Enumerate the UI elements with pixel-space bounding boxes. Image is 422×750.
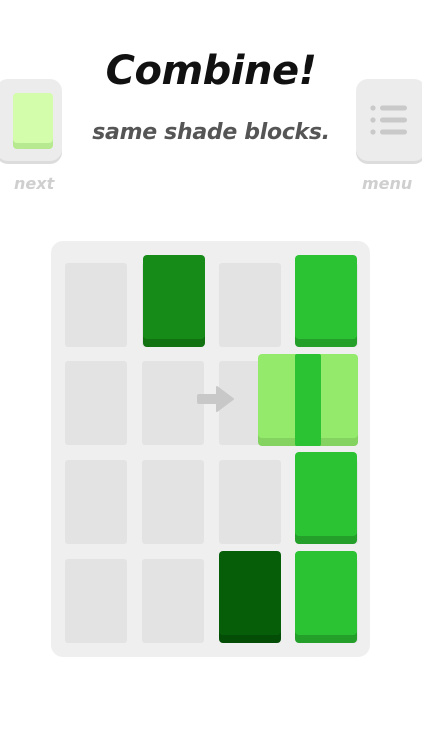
arrow-right-icon	[197, 386, 234, 412]
board-cell[interactable]	[65, 361, 127, 445]
board-cell[interactable]	[219, 263, 281, 347]
menu-label: menu	[362, 174, 413, 193]
board-cell[interactable]	[142, 559, 204, 643]
board-cell[interactable]	[142, 361, 204, 445]
board-cell[interactable]	[65, 460, 127, 544]
board-cell[interactable]	[65, 559, 127, 643]
color-block[interactable]	[143, 255, 205, 347]
board-cell[interactable]	[65, 263, 127, 347]
board-cell[interactable]	[142, 460, 204, 544]
next-block	[13, 93, 53, 149]
color-block[interactable]	[295, 255, 357, 347]
menu-button[interactable]	[356, 79, 422, 161]
color-block[interactable]	[295, 452, 357, 544]
color-block[interactable]	[219, 551, 281, 643]
list-icon	[370, 105, 407, 135]
next-block-preview	[0, 79, 62, 161]
game-board	[51, 241, 370, 657]
next-label: next	[14, 174, 55, 193]
board-cell[interactable]	[219, 460, 281, 544]
color-block[interactable]	[295, 551, 357, 643]
merge-overlap	[295, 354, 321, 446]
